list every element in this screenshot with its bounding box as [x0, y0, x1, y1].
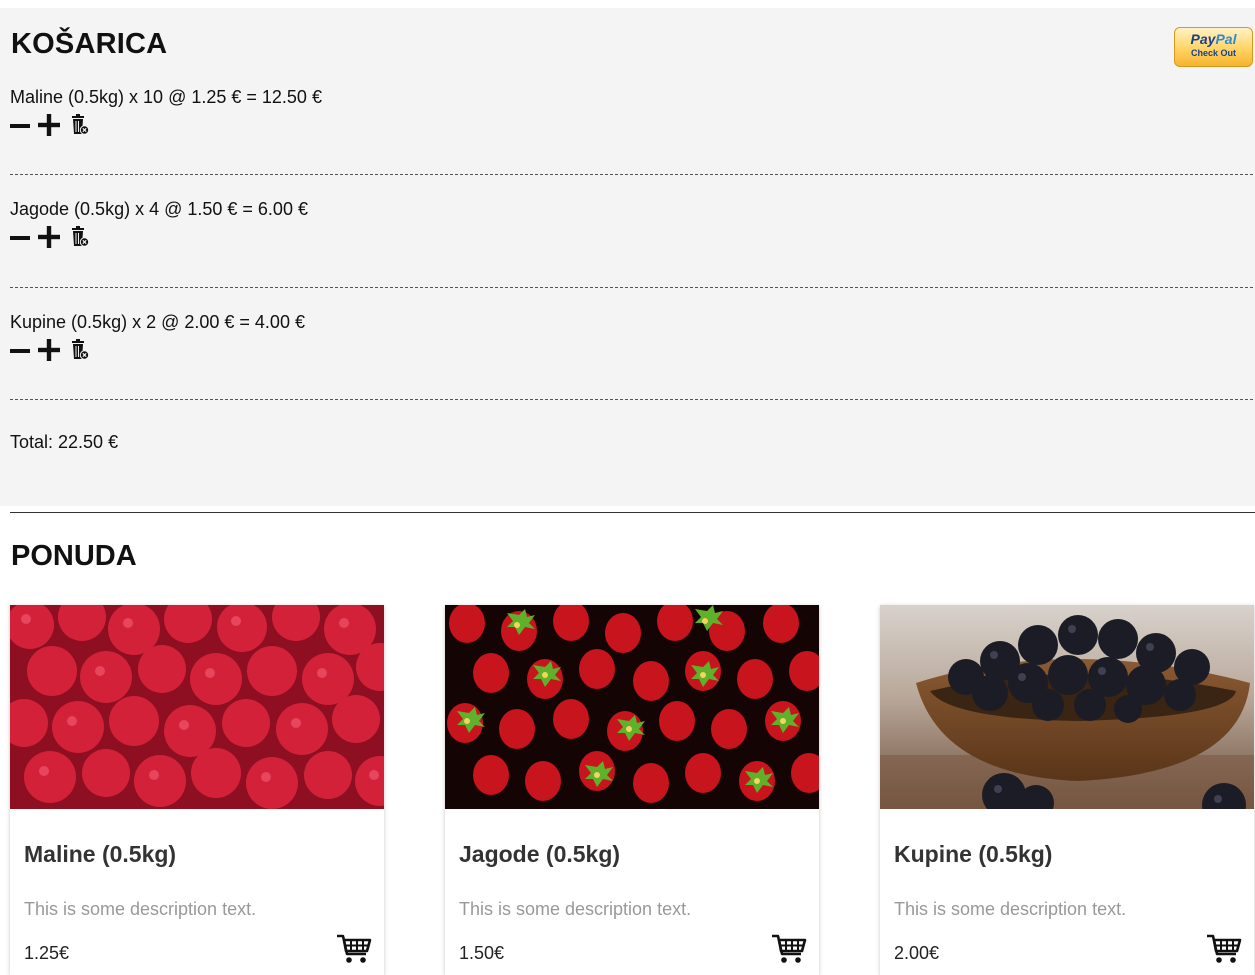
- section-divider: [10, 512, 1255, 513]
- cart-title: KOŠARICA: [11, 28, 168, 60]
- cart-item-divider: [10, 174, 1253, 175]
- minus-icon[interactable]: [10, 226, 30, 248]
- cart-total: Total: 22.50 €: [10, 432, 119, 452]
- cart-item-divider: [10, 287, 1253, 288]
- product-image-blackberries: [880, 605, 1254, 809]
- product-card: Jagode (0.5kg) This is some description …: [445, 605, 819, 975]
- product-card: Kupine (0.5kg) This is some description …: [880, 605, 1254, 975]
- offer-title: PONUDA: [11, 540, 137, 572]
- product-name: Maline (0.5kg): [24, 841, 177, 867]
- plus-icon[interactable]: [38, 226, 60, 248]
- trash-icon[interactable]: [70, 339, 90, 361]
- paypal-checkout-button[interactable]: PayPal Check Out: [1174, 27, 1253, 67]
- shopping-cart-icon[interactable]: [1206, 933, 1242, 965]
- product-price: 2.00€: [894, 943, 940, 963]
- cart-item-divider: [10, 399, 1253, 400]
- product-description: This is some description text.: [459, 899, 692, 919]
- paypal-logo-pay: Pay: [1190, 31, 1216, 47]
- product-description: This is some description text.: [894, 899, 1127, 919]
- product-price: 1.50€: [459, 943, 505, 963]
- minus-icon[interactable]: [10, 114, 30, 136]
- cart-item-text: Kupine (0.5kg) x 2 @ 2.00 € = 4.00 €: [10, 312, 305, 332]
- paypal-logo: PayPal: [1175, 31, 1252, 47]
- paypal-checkout-label: Check Out: [1190, 48, 1236, 58]
- product-name: Jagode (0.5kg): [459, 841, 621, 867]
- paypal-logo-pal: Pal: [1215, 31, 1237, 47]
- plus-icon[interactable]: [38, 339, 60, 361]
- minus-icon[interactable]: [10, 339, 30, 361]
- product-description: This is some description text.: [24, 899, 257, 919]
- product-card: Maline (0.5kg) This is some description …: [10, 605, 384, 975]
- cart-item-text: Jagode (0.5kg) x 4 @ 1.50 € = 6.00 €: [10, 199, 308, 219]
- product-image-strawberries: [445, 605, 819, 809]
- product-image-raspberries: [10, 605, 384, 809]
- trash-icon[interactable]: [70, 114, 90, 136]
- cart-section: KOŠARICA PayPal Check Out Maline (0.5kg)…: [0, 8, 1255, 506]
- cart-item-text: Maline (0.5kg) x 10 @ 1.25 € = 12.50 €: [10, 87, 322, 107]
- product-price: 1.25€: [24, 943, 70, 963]
- shopping-cart-icon[interactable]: [771, 933, 807, 965]
- shopping-cart-icon[interactable]: [336, 933, 372, 965]
- plus-icon[interactable]: [38, 114, 60, 136]
- trash-icon[interactable]: [70, 226, 90, 248]
- product-name: Kupine (0.5kg): [894, 841, 1053, 867]
